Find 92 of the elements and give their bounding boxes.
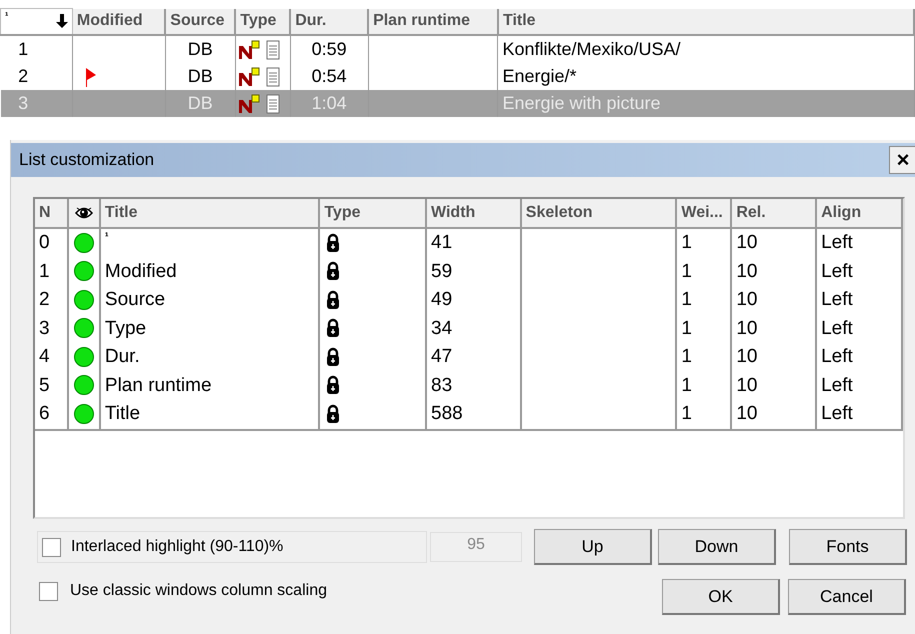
- row-number: 3: [0, 90, 72, 116]
- title-cell: Title: [100, 400, 320, 430]
- column-header[interactable]: Source: [165, 8, 236, 34]
- checkbox[interactable]: [39, 582, 58, 600]
- column-header[interactable]: Modified: [72, 8, 166, 34]
- checkbox[interactable]: [42, 538, 61, 556]
- rel-cell: 10: [731, 400, 816, 430]
- row-number: 3: [35, 314, 68, 343]
- column-header: Width: [426, 199, 521, 228]
- width-cell: 47: [426, 343, 521, 372]
- close-button[interactable]: ×: [889, 146, 915, 174]
- rel-cell: 10: [731, 286, 816, 314]
- source-cell: DB: [165, 90, 236, 116]
- title-cell: Modified: [100, 258, 320, 286]
- document-icon: [266, 40, 280, 60]
- title-cell: Dur.: [100, 343, 320, 372]
- visible-dot[interactable]: [74, 261, 94, 282]
- width-cell: 41: [426, 228, 521, 258]
- row-number: 5: [35, 372, 68, 400]
- row-number: 1: [0, 34, 72, 62]
- dialog-button[interactable]: Down: [658, 529, 776, 565]
- visible-dot[interactable]: [74, 404, 94, 424]
- visible-dot[interactable]: [74, 318, 94, 338]
- duration-cell: 0:59: [290, 34, 368, 62]
- dialog-title: List customization: [19, 149, 154, 172]
- row-number: 0: [35, 228, 68, 258]
- column-header[interactable]: Plan runtime: [368, 8, 498, 34]
- column-header: Skeleton: [520, 199, 676, 228]
- dialog-button[interactable]: Cancel: [788, 579, 906, 615]
- align-cell: Left: [816, 343, 902, 372]
- document-icon: [266, 66, 280, 87]
- column-header: Rel.: [731, 199, 816, 228]
- title-cell: Energie with picture: [498, 90, 914, 116]
- row-number: 1: [35, 258, 68, 286]
- weight-cell: 1: [676, 228, 732, 258]
- column-header: Title: [100, 199, 320, 228]
- row-number: 2: [35, 286, 68, 314]
- title-cell: Plan runtime: [100, 372, 320, 400]
- eye-icon: [74, 204, 93, 221]
- visible-dot[interactable]: [74, 290, 94, 310]
- visible-dot[interactable]: [74, 346, 94, 367]
- rel-cell: 10: [731, 228, 816, 258]
- title-cell: Type: [100, 314, 320, 343]
- weight-cell: 1: [676, 258, 732, 286]
- sort-arrow-icon: [56, 14, 68, 28]
- news-type-icon: [238, 40, 260, 60]
- width-cell: 34: [426, 314, 521, 343]
- column-header[interactable]: Dur.: [290, 8, 368, 34]
- row-number: 6: [35, 400, 68, 430]
- visible-dot[interactable]: [74, 375, 94, 396]
- dialog-button[interactable]: OK: [662, 579, 780, 615]
- news-type-icon: [238, 94, 260, 114]
- dialog-button[interactable]: Fonts: [789, 529, 907, 565]
- align-cell: Left: [816, 400, 902, 430]
- rel-cell: 10: [731, 314, 816, 343]
- align-cell: Left: [816, 372, 902, 400]
- title-cell: Source: [100, 286, 320, 314]
- width-cell: 83: [426, 372, 521, 400]
- row-number: 4: [35, 343, 68, 372]
- rel-cell: 10: [731, 258, 816, 286]
- title-cell: ¹: [100, 228, 320, 258]
- column-header[interactable]: Type: [235, 8, 290, 34]
- weight-cell: 1: [676, 400, 732, 430]
- weight-cell: 1: [676, 286, 732, 314]
- column-header: Wei...: [676, 199, 732, 228]
- visible-dot[interactable]: [74, 232, 94, 253]
- column-header[interactable]: ¹: [0, 8, 72, 34]
- column-header: Type: [319, 199, 426, 228]
- weight-cell: 1: [676, 372, 732, 400]
- weight-cell: 1: [676, 343, 732, 372]
- rel-cell: 10: [731, 372, 816, 400]
- rel-cell: 10: [731, 343, 816, 372]
- source-cell: DB: [165, 34, 236, 62]
- weight-cell: 1: [676, 314, 732, 343]
- align-cell: Left: [816, 228, 902, 258]
- list-row[interactable]: 1 DB 0:59 Konflikte/Mexiko/USA/: [0, 34, 914, 62]
- align-cell: Left: [816, 314, 902, 343]
- align-cell: Left: [816, 258, 902, 286]
- document-icon: [266, 94, 280, 114]
- column-header[interactable]: Title: [498, 8, 914, 34]
- width-cell: 588: [426, 400, 521, 430]
- align-cell: Left: [816, 286, 902, 314]
- dialog-button[interactable]: Up: [534, 529, 652, 565]
- column-header: N: [35, 199, 68, 228]
- width-cell: 59: [426, 258, 521, 286]
- checkbox-label: Use classic windows column scaling: [70, 581, 327, 601]
- checkbox-label: Interlaced highlight (90-110)%: [71, 537, 284, 557]
- column-header: Align: [816, 199, 902, 228]
- width-cell: 49: [426, 286, 521, 314]
- title-cell: Konflikte/Mexiko/USA/: [498, 34, 914, 62]
- news-type-icon: [238, 66, 260, 87]
- duration-cell: 1:04: [290, 90, 368, 116]
